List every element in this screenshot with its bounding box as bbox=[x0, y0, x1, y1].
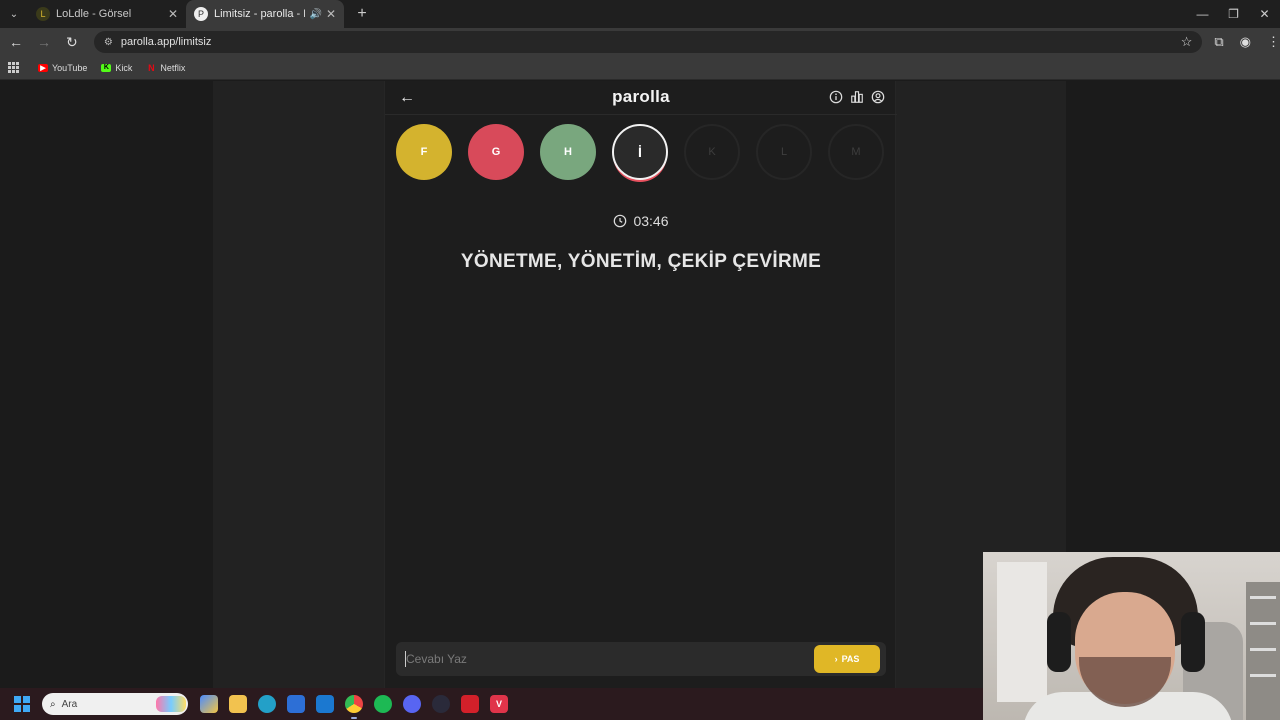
info-icon[interactable] bbox=[829, 90, 843, 104]
letter-row: F G H İ K L M bbox=[396, 124, 884, 180]
steam-icon[interactable] bbox=[432, 695, 450, 713]
bookmark-kick[interactable]: K Kick bbox=[101, 63, 132, 73]
address-bar[interactable]: ⚙ parolla.app/limitsiz ☆ bbox=[93, 31, 1203, 53]
v-app-icon[interactable]: V bbox=[490, 695, 508, 713]
webcam-overlay bbox=[983, 552, 1280, 720]
letter-g: G bbox=[468, 124, 524, 180]
timer: 03:46 bbox=[385, 213, 897, 229]
site-info-icon[interactable]: ⚙ bbox=[104, 37, 113, 48]
chevron-right-icon: › bbox=[834, 654, 838, 664]
tab-close-icon[interactable]: ✕ bbox=[168, 7, 178, 21]
window-controls: — ❐ ✕ bbox=[1187, 0, 1280, 28]
bookmark-youtube[interactable]: ▶ YouTube bbox=[38, 63, 87, 73]
tab-title: Limitsiz - parolla - Kelime c bbox=[214, 8, 305, 20]
stats-icon[interactable] bbox=[850, 90, 864, 104]
bookmarks-bar: ▶ YouTube K Kick N Netflix bbox=[0, 56, 1280, 80]
edge-icon[interactable] bbox=[258, 695, 276, 713]
tab-parolla[interactable]: P Limitsiz - parolla - Kelime c 🔊 ✕ bbox=[186, 0, 344, 28]
close-window-icon[interactable]: ✕ bbox=[1249, 0, 1280, 28]
answer-input[interactable] bbox=[406, 650, 806, 668]
taskbar-search[interactable]: ⌕ Ara bbox=[42, 693, 188, 715]
menu-icon[interactable]: ⋮ bbox=[1267, 34, 1280, 50]
clock-icon bbox=[614, 214, 627, 228]
file-explorer-icon[interactable] bbox=[229, 695, 247, 713]
discord-icon[interactable] bbox=[403, 695, 421, 713]
bookmark-label: Netflix bbox=[160, 62, 186, 73]
letter-i-current: İ bbox=[612, 124, 668, 180]
netflix-icon: N bbox=[148, 62, 155, 73]
url-text: parolla.app/limitsiz bbox=[120, 36, 212, 48]
letter-m: M bbox=[828, 124, 884, 180]
red-app-icon[interactable] bbox=[461, 695, 479, 713]
extensions-icon[interactable]: ⧉ bbox=[1214, 34, 1223, 50]
taskbar-search-placeholder: Ara bbox=[61, 698, 78, 710]
clue-text: YÖNETME, YÖNETİM, ÇEKİP ÇEVİRME bbox=[460, 251, 822, 272]
tab-close-icon[interactable]: ✕ bbox=[326, 7, 336, 21]
loldle-favicon-icon: L bbox=[36, 7, 50, 21]
apps-grid-icon[interactable] bbox=[8, 61, 20, 74]
timer-value: 03:46 bbox=[633, 213, 669, 229]
widgets-icon[interactable] bbox=[200, 695, 218, 713]
tab-title: LoLdle - Görsel bbox=[56, 8, 132, 20]
bookmark-label: YouTube bbox=[52, 62, 88, 73]
bookmark-label: Kick bbox=[115, 62, 133, 73]
tab-loldle[interactable]: L LoLdle - Görsel ✕ bbox=[28, 0, 186, 28]
answer-bar: › PAS bbox=[396, 642, 886, 676]
pass-label: PAS bbox=[841, 654, 860, 664]
minimize-icon[interactable]: — bbox=[1187, 0, 1218, 28]
browser-tab-bar: ⌄ L LoLdle - Görsel ✕ P Limitsiz - parol… bbox=[0, 0, 1280, 28]
kick-icon: K bbox=[101, 63, 112, 72]
reload-icon[interactable]: ↻ bbox=[60, 30, 84, 54]
letter-k: K bbox=[684, 124, 740, 180]
new-tab-button[interactable]: + bbox=[350, 5, 374, 23]
pass-button[interactable]: › PAS bbox=[814, 645, 880, 673]
parolla-favicon-icon: P bbox=[194, 7, 208, 21]
chrome-icon[interactable] bbox=[345, 695, 363, 719]
spotify-icon[interactable] bbox=[374, 695, 392, 713]
letter-h: H bbox=[540, 124, 596, 180]
browser-toolbar: ← → ↻ ⚙ parolla.app/limitsiz ☆ ⧉ ◉ ⋮ bbox=[0, 28, 1280, 56]
mail-icon[interactable] bbox=[316, 695, 334, 713]
speaker-icon[interactable]: 🔊 bbox=[309, 9, 321, 20]
forward-icon[interactable]: → bbox=[32, 30, 56, 54]
user-icon[interactable] bbox=[871, 90, 885, 104]
app-logo: parolla bbox=[612, 87, 670, 106]
restore-icon[interactable]: ❐ bbox=[1218, 0, 1249, 28]
windows-start-icon[interactable] bbox=[14, 696, 30, 712]
search-icon: ⌕ bbox=[50, 698, 56, 710]
letter-l: L bbox=[756, 124, 812, 180]
app-header: ← parolla bbox=[385, 81, 897, 115]
youtube-icon: ▶ bbox=[38, 63, 48, 72]
profile-icon[interactable]: ◉ bbox=[1240, 34, 1251, 50]
parolla-app: ← parolla F G H İ K L M 03:46 YÖNETME, Y… bbox=[384, 81, 897, 688]
tab-search-button[interactable]: ⌄ bbox=[4, 4, 24, 24]
letter-f: F bbox=[396, 124, 452, 180]
bookmark-netflix[interactable]: N Netflix bbox=[146, 63, 185, 73]
search-highlight-icon bbox=[156, 696, 186, 712]
store-icon[interactable] bbox=[287, 695, 305, 713]
bookmark-star-icon[interactable]: ☆ bbox=[1181, 34, 1193, 50]
back-icon[interactable]: ← bbox=[4, 30, 28, 54]
